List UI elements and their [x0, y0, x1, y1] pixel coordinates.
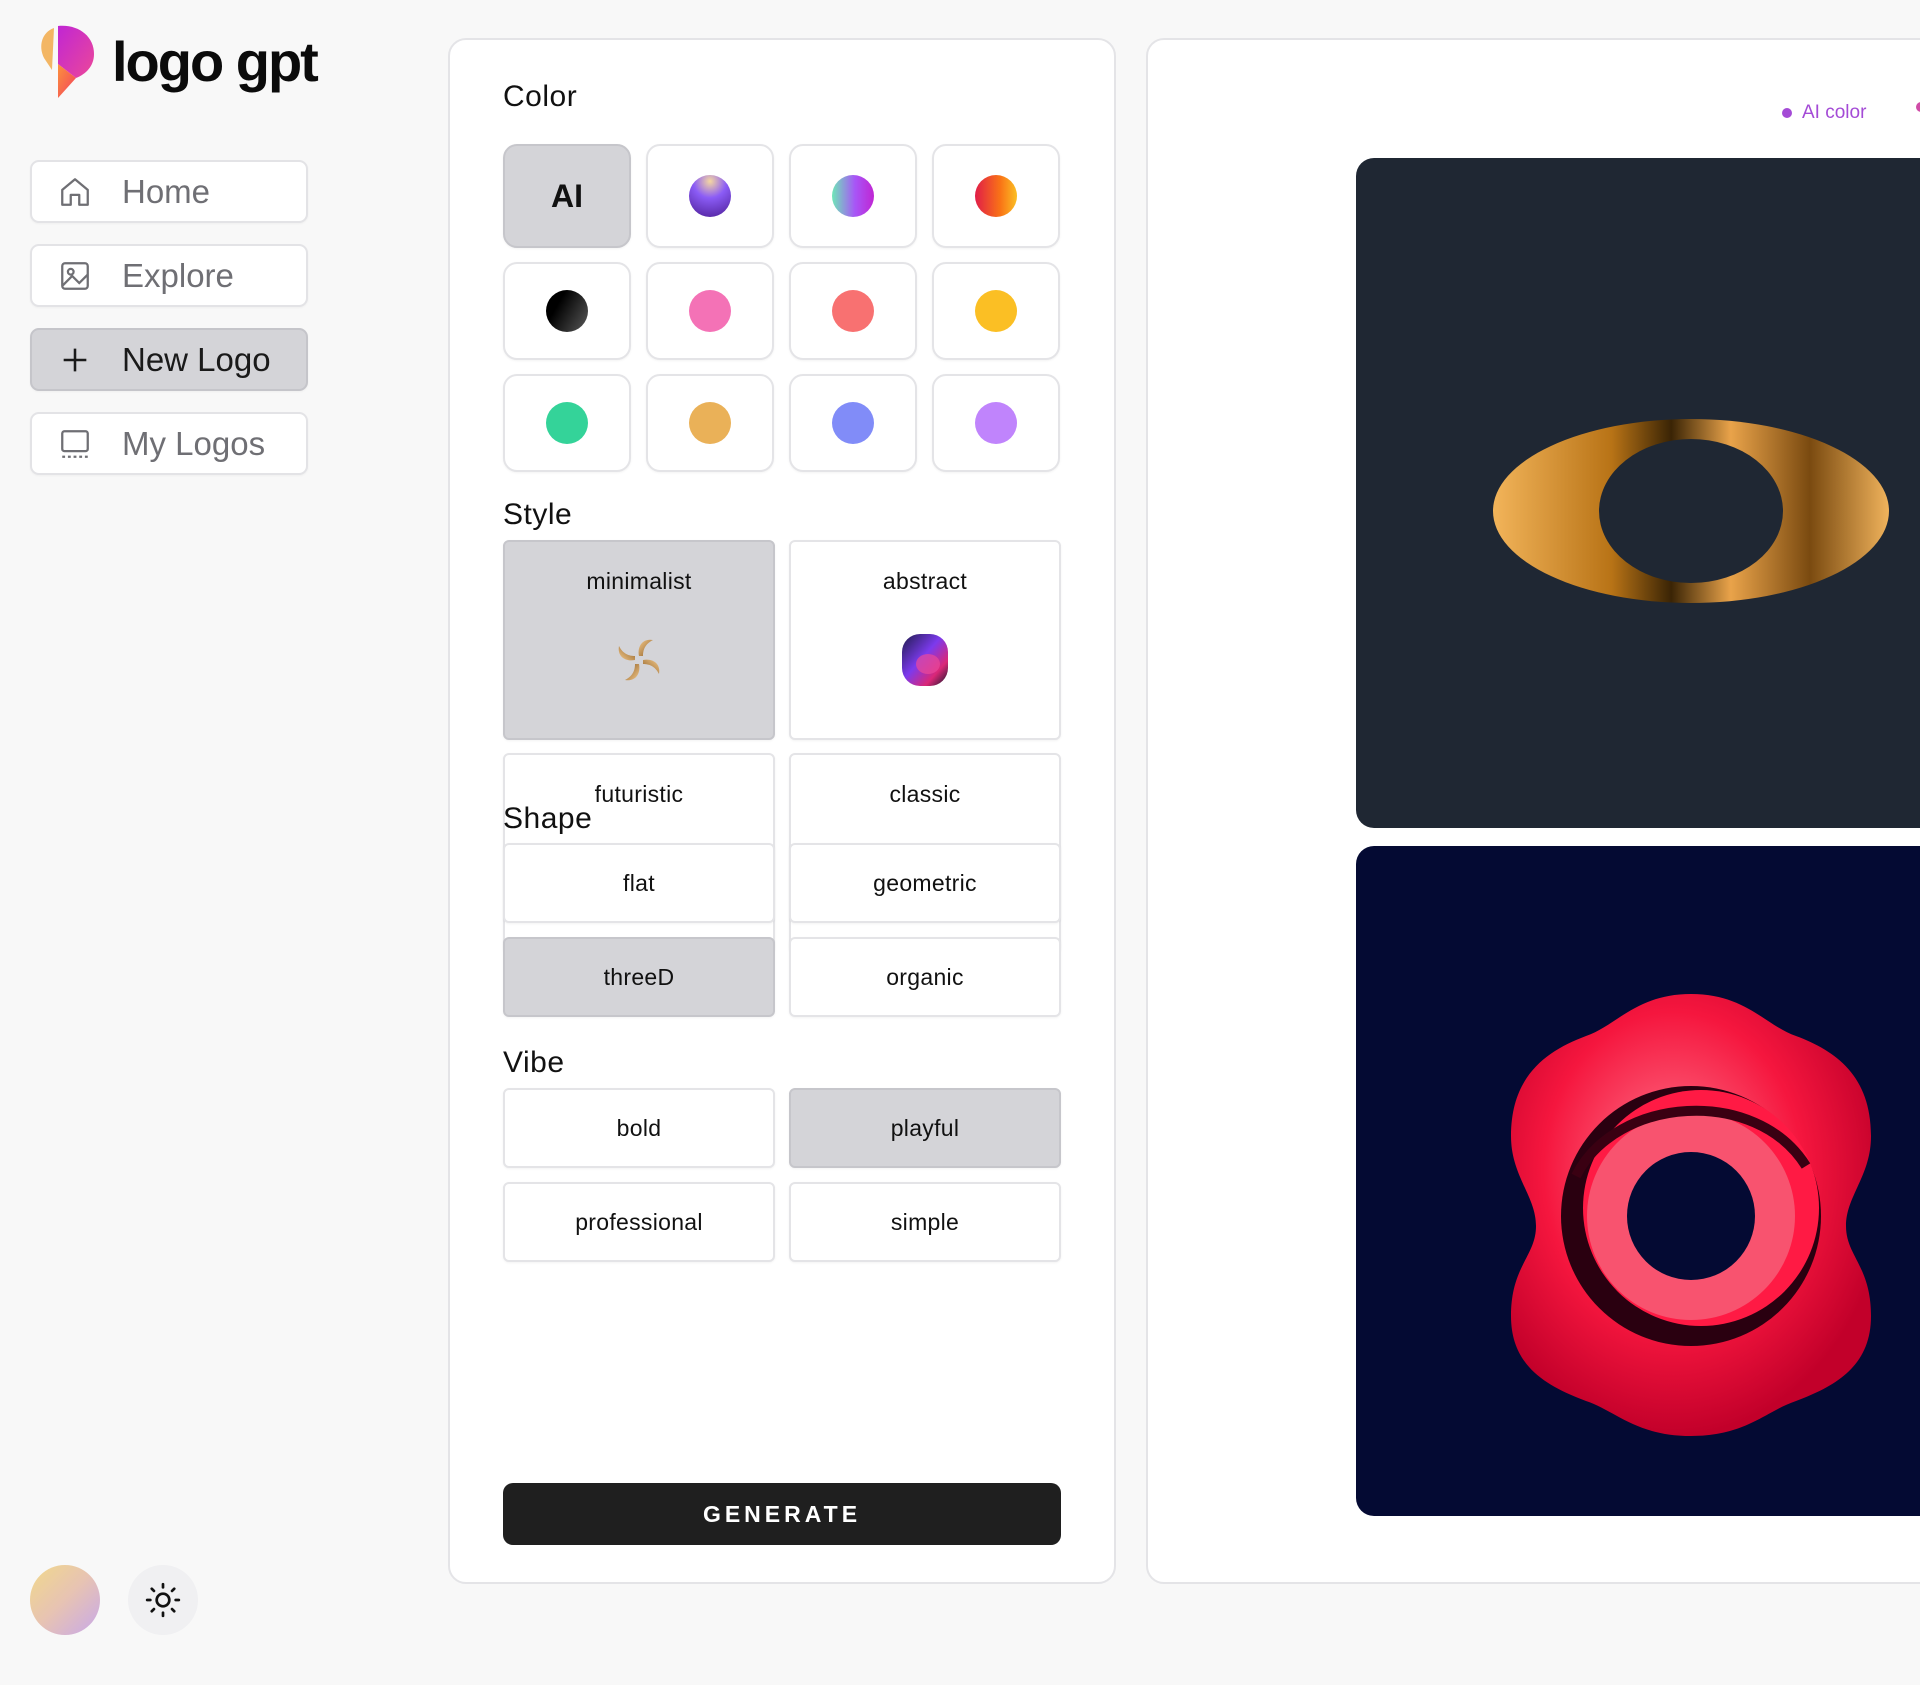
monitor-icon: [58, 427, 92, 461]
color-swatch-violet-gradient[interactable]: [646, 144, 774, 248]
sidebar-item-explore[interactable]: Explore: [30, 244, 308, 307]
vibe-option-simple[interactable]: simple: [789, 1182, 1061, 1262]
color-swatch-coral[interactable]: [789, 262, 917, 360]
style-option-abstract[interactable]: abstract: [789, 540, 1061, 740]
ai-color-label: AI: [551, 177, 583, 214]
shape-option-flat[interactable]: flat: [503, 843, 775, 923]
shape-option-organic[interactable]: organic: [789, 937, 1061, 1017]
generated-logo-red-ring[interactable]: [1356, 846, 1920, 1516]
sun-icon: [145, 1582, 181, 1618]
preview-panel: AI color: [1146, 38, 1920, 1584]
color-swatch-lavender[interactable]: [932, 374, 1060, 472]
shape-section-title: Shape: [503, 802, 593, 835]
style-option-label: abstract: [882, 568, 968, 594]
tag-bullet: [1916, 102, 1920, 112]
theme-toggle-button[interactable]: [128, 1565, 198, 1635]
style-option-label: minimalist: [586, 568, 692, 594]
swirl-logo-icon: [618, 639, 660, 681]
app-logo[interactable]: logo gpt: [36, 24, 319, 100]
vibe-section-title: Vibe: [503, 1046, 565, 1079]
color-swatch-yellow[interactable]: [932, 262, 1060, 360]
sidebar-item-home[interactable]: Home: [30, 160, 308, 223]
ai-color-tag: AI color: [1782, 102, 1866, 124]
brand-name: logo gpt: [112, 30, 319, 93]
tag-label: AI color: [1802, 102, 1867, 123]
home-icon: [58, 175, 92, 209]
color-section-title: Color: [503, 80, 578, 113]
color-swatch-amber[interactable]: [646, 374, 774, 472]
vibe-option-bold[interactable]: bold: [503, 1088, 775, 1168]
color-swatch-periwinkle[interactable]: [789, 374, 917, 472]
style-section-title: Style: [503, 498, 573, 531]
vibe-option-grid: bold playful professional simple: [503, 1088, 1061, 1262]
plus-icon: [58, 343, 92, 377]
color-swatch-pink[interactable]: [646, 262, 774, 360]
style-option-label: classic: [889, 781, 961, 807]
image-icon: [58, 259, 92, 293]
color-swatch-black[interactable]: [503, 262, 631, 360]
vibe-option-professional[interactable]: professional: [503, 1182, 775, 1262]
tag-bullet-partial: [1916, 102, 1920, 112]
shape-option-geometric[interactable]: geometric: [789, 843, 1061, 923]
color-swatch-teal-purple-gradient[interactable]: [789, 144, 917, 248]
sidebar-item-new-logo[interactable]: New Logo: [30, 328, 308, 391]
vibe-option-playful[interactable]: playful: [789, 1088, 1061, 1168]
style-option-label: futuristic: [594, 781, 684, 807]
generate-button[interactable]: GENERATE: [503, 1483, 1061, 1545]
shape-option-grid: flat geometric threeD organic: [503, 843, 1061, 1017]
tag-bullet: [1782, 108, 1792, 118]
sidebar-item-label: Home: [122, 172, 211, 210]
sidebar-item-my-logos[interactable]: My Logos: [30, 412, 308, 475]
style-option-minimalist[interactable]: minimalist: [503, 540, 775, 740]
avatar[interactable]: [30, 1565, 100, 1635]
color-swatch-pink-orange-gradient[interactable]: [932, 144, 1060, 248]
options-panel: Color AI Style minimalist abstract futur…: [448, 38, 1116, 1584]
generated-logo-gold-ring[interactable]: [1356, 158, 1920, 828]
color-swatch-grid: AI: [503, 144, 1060, 472]
sidebar-item-label: New Logo: [122, 340, 271, 378]
logo-mark-icon: [41, 25, 94, 98]
gold-ring-logo: [1356, 158, 1920, 828]
sidebar-item-label: My Logos: [122, 424, 266, 462]
sidebar-item-label: Explore: [122, 256, 234, 294]
red-ring-logo: [1356, 846, 1920, 1516]
sidebar-nav: Home Explore New Logo My Logos: [30, 160, 308, 496]
shape-option-threed[interactable]: threeD: [503, 937, 775, 1017]
gradient-blob-icon: [902, 634, 948, 686]
color-swatch-green[interactable]: [503, 374, 631, 472]
color-swatch-ai[interactable]: AI: [503, 144, 631, 248]
